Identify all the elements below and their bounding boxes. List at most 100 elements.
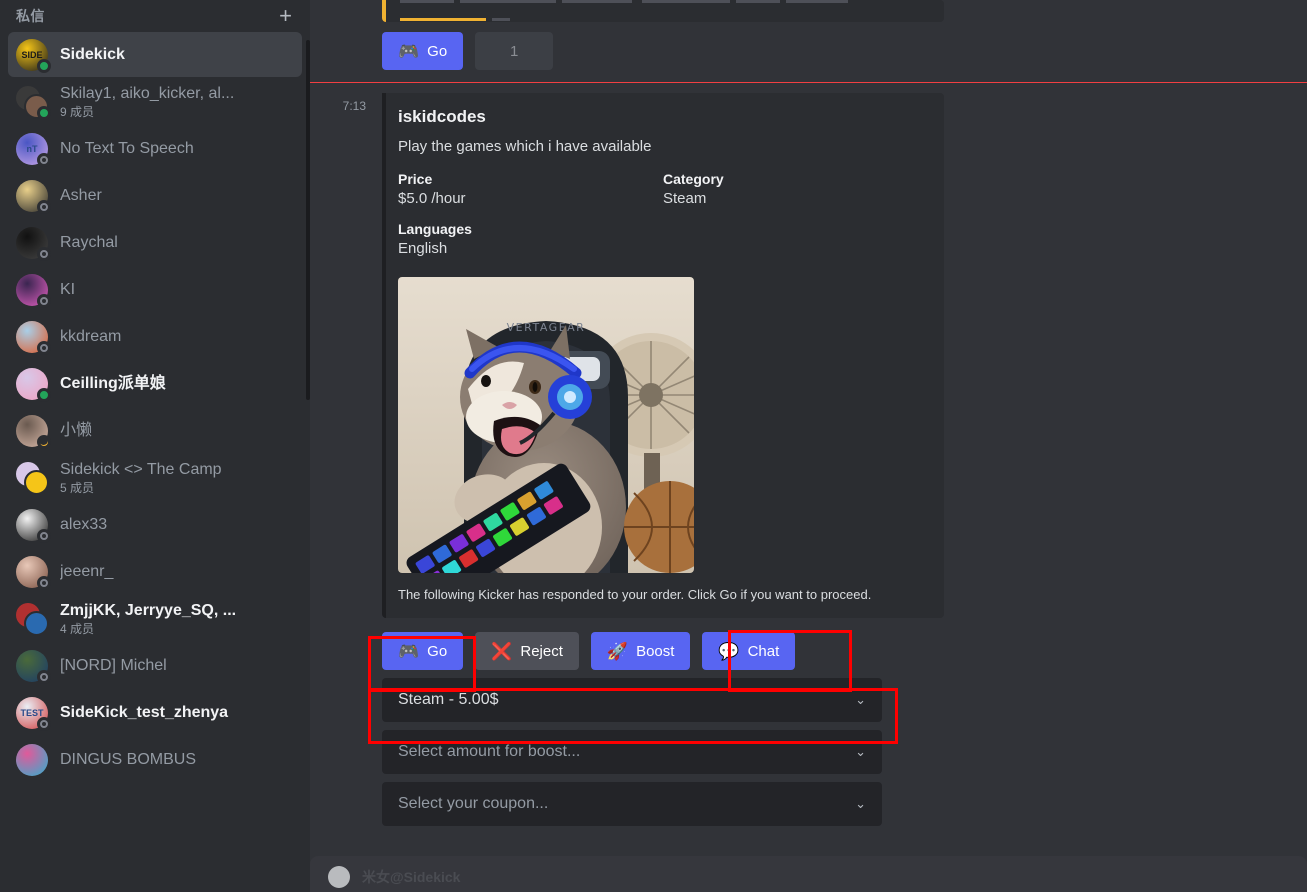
dm-list-item[interactable]: Sidekick <> The Camp 5 成员 [8,455,302,500]
chat-button-label: Chat [747,642,780,660]
kicker-offer-embed: iskidcodes Play the games which i have a… [382,93,944,618]
dm-item-text: Asher [60,186,294,206]
status-indicator-offline [37,246,51,261]
dm-list-item[interactable]: kkdream [8,314,302,359]
avatar [16,508,51,543]
dm-list-item[interactable]: [NORD] Michel [8,643,302,688]
embed-field-name: Category [663,171,724,187]
avatar [16,743,48,776]
avatar [16,649,51,684]
game-select-value: Steam - 5.00$ [398,691,499,708]
group-avatar [16,602,49,636]
status-indicator-online [37,387,51,402]
chat-main: 🎮 Go 1 7:13 iskidcodes Play the games wh… [310,0,1307,892]
dm-item-member-count: 5 成员 [60,481,95,495]
dm-item-text: Ceilling派单娘 [60,374,294,394]
game-controller-icon: 🎮 [398,641,420,661]
dm-list-item[interactable]: DINGUS BOMBUS [8,737,302,782]
dm-list-item[interactable]: Raychal [8,220,302,265]
embed-field-value: $5.0 /hour [398,190,466,207]
dm-list-item[interactable]: alex33 [8,502,302,547]
avatar [16,414,51,449]
game-controller-icon: 🎮 [398,41,420,61]
dm-item-text: DINGUS BOMBUS [60,750,294,770]
dm-list-item[interactable]: KI [8,267,302,312]
dm-item-member-count: 4 成员 [60,622,95,636]
dm-list-item[interactable]: ZmjjKK, Jerryye_SQ, ... 4 成员 [8,596,302,641]
go-button-previous[interactable]: 🎮 Go [382,32,464,70]
group-avatar-secondary [24,610,49,636]
dm-list-item[interactable]: Asher [8,173,302,218]
chevron-down-icon: ⌄ [855,796,866,811]
dm-item-name: 小懒 [60,421,93,439]
coupon-select[interactable]: Select your coupon... ⌄ [382,782,882,826]
dm-item-name: SideKick_test_zhenya [60,703,229,721]
reject-button-label: Reject [520,642,563,660]
dm-item-member-count: 9 成员 [60,105,95,119]
message-row: 7:13 iskidcodes Play the games which i h… [310,83,1307,618]
next-message-text: 米女@Sidekick [362,869,461,885]
chevron-down-icon: ⌄ [855,744,866,759]
status-indicator-offline [37,152,51,167]
boost-amount-select[interactable]: Select amount for boost... ⌄ [382,730,882,774]
group-avatar-secondary [24,469,49,495]
discord-window: 私信 + SIDE Sidekick Skilay1, aiko_kicker, a… [0,0,1307,892]
reject-button[interactable]: ❌ Reject [475,632,579,670]
dm-list-item[interactable]: 小懒 [8,408,302,453]
dm-item-text: SideKick_test_zhenya [60,703,294,723]
counter-button-previous[interactable]: 1 [475,32,554,70]
boost-button[interactable]: 🚀 Boost [590,632,691,670]
dm-item-name: jeeenr_ [60,562,114,580]
avatar [16,555,51,590]
dm-list-item[interactable]: Skilay1, aiko_kicker, al... 9 成员 [8,79,302,124]
add-dm-icon[interactable]: + [279,5,292,27]
go-button-label: Go [427,642,448,660]
message-select-group: Steam - 5.00$ ⌄ Select amount for boost...… [382,678,1307,826]
dm-list-item[interactable]: jeeenr_ [8,549,302,594]
status-indicator-offline [37,716,51,731]
message-timestamp: 7:13 [342,99,366,113]
go-button[interactable]: 🎮 Go [382,632,464,670]
dm-item-name: Raychal [60,233,118,251]
avatar [16,273,51,308]
status-indicator-online [37,105,51,120]
embed-fields: Price $5.0 /hour Category Steam Languages Eng… [398,171,928,271]
status-indicator-offline [37,340,51,355]
avatar [328,866,350,888]
dm-item-text: KI [60,280,294,300]
status-indicator-offline [37,293,51,308]
dm-list-item[interactable]: TEST SideKick_test_zhenya [8,690,302,735]
embed-image[interactable]: VERTAGEAR [398,277,694,573]
dm-item-name: Asher [60,186,102,204]
dm-item-name: DINGUS BOMBUS [60,750,197,768]
previous-message-partial: 🎮 Go 1 [310,0,1307,70]
message-action-buttons: 🎮 Go ❌ Reject 🚀 Boost 💬 Chat [382,632,1307,670]
dm-list: SIDE Sidekick Skilay1, aiko_kicker, al... 9… [0,32,310,782]
embed-description: Play the games which i have available [398,138,652,155]
dm-sidebar-header: 私信 + [0,0,310,32]
boost-button-label: Boost [636,642,675,660]
dm-item-text: Raychal [60,233,294,253]
embed-field-name: Price [398,171,433,187]
dm-item-name: No Text To Speech [60,139,194,157]
embed-title: iskidcodes [398,107,486,126]
dm-list-item[interactable]: SIDE Sidekick [8,32,302,77]
dm-list-item[interactable]: nT No Text To Speech [8,126,302,171]
dm-item-name: kkdream [60,327,122,345]
embed-field: Price $5.0 /hour [398,171,663,209]
status-indicator-offline [37,528,51,543]
avatar: SIDE [16,38,51,73]
dm-list-item[interactable]: Ceilling派单娘 [8,361,302,406]
dm-item-text: Sidekick <> The Camp 5 成员 [60,460,294,495]
user-avatar [16,743,48,776]
dm-item-name: Sidekick <> The Camp [60,461,222,478]
game-select[interactable]: Steam - 5.00$ ⌄ [382,678,882,722]
embed-field: Languages English [398,221,663,259]
dm-item-text: jeeenr_ [60,562,294,582]
clipped-text-lines [400,0,934,21]
chat-button[interactable]: 💬 Chat [702,632,796,670]
avatar: TEST [16,696,51,731]
group-avatar [16,461,49,495]
dm-item-text: No Text To Speech [60,139,294,159]
dm-item-name: Ceilling派单娘 [60,374,166,392]
